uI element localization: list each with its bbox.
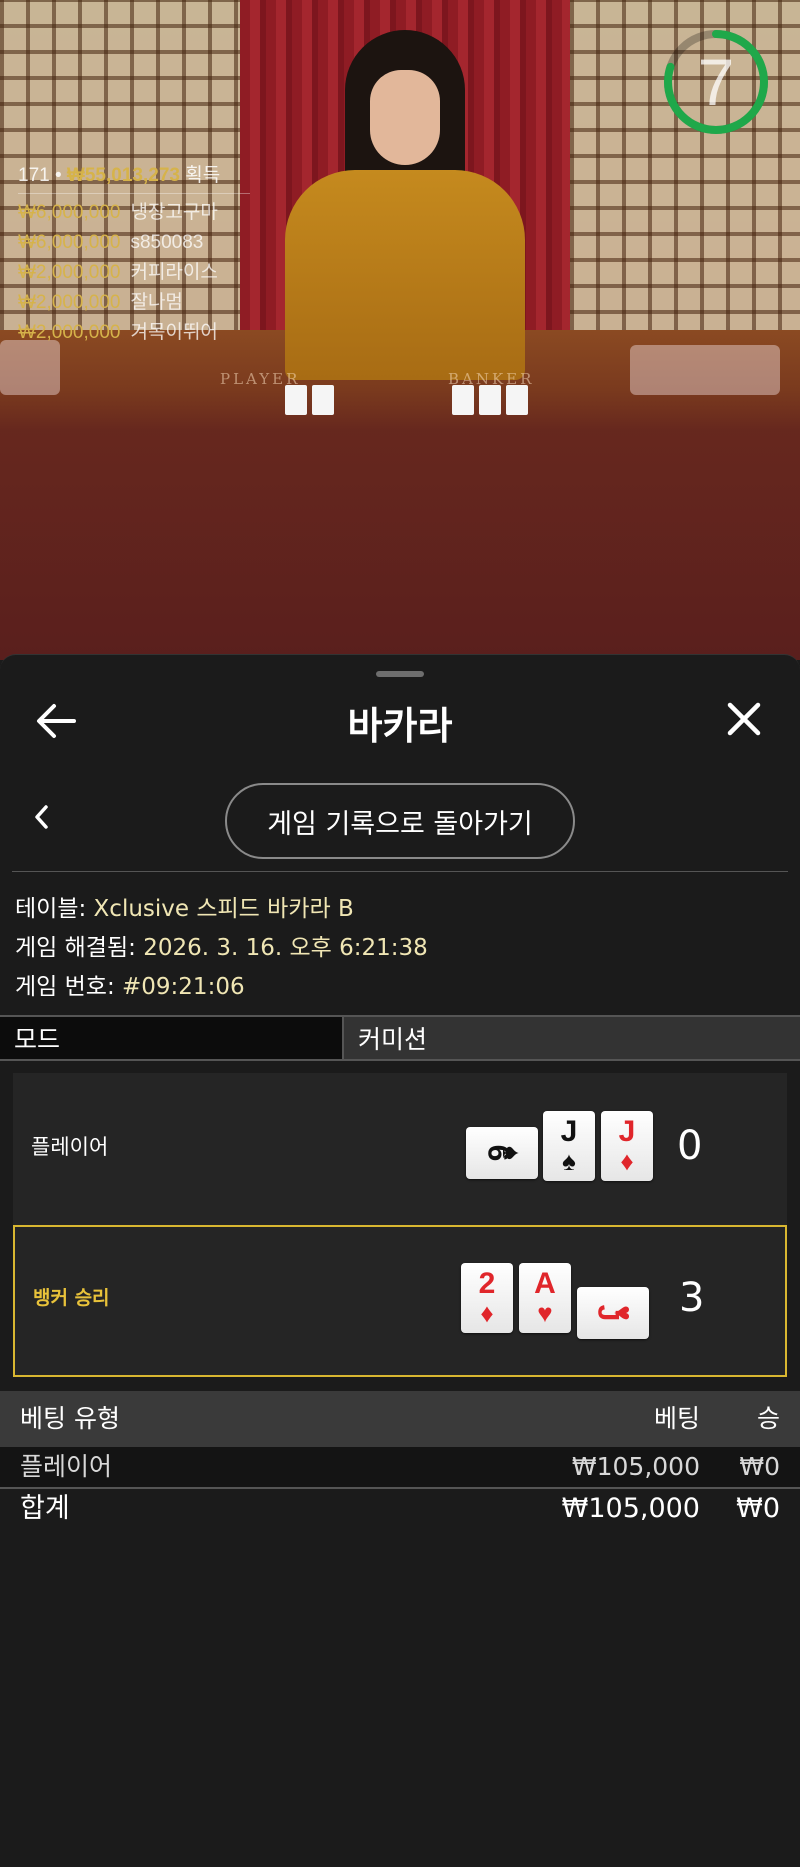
card-rank: 2 [478, 1267, 496, 1300]
total-row: 합계 ₩105,000 ₩0 [0, 1489, 800, 1529]
bet-amount-header: 베팅 [653, 1404, 700, 1433]
tab-commission[interactable]: 커미션 [344, 1017, 800, 1059]
banker-hand: 뱅커 승리 3 2 ♦ A ♥ J ♥ [13, 1225, 787, 1377]
game-history-panel: 바카라 게임 기록으로 돌아가기 테이블: Xclusive 스피드 바카라 B… [0, 654, 800, 1867]
dealer [270, 30, 540, 390]
divider [0, 1059, 800, 1061]
close-icon[interactable] [724, 699, 764, 739]
game-number-value: #09:21:06 [122, 974, 245, 1000]
card-rank: A [534, 1267, 556, 1300]
playing-card: J ♠ [543, 1111, 595, 1181]
banker-hand-label: 뱅커 승리 [33, 1287, 110, 1309]
player-hand: 플레이어 0 6 ♠ J ♠ J ♦ [13, 1073, 787, 1225]
bet-amount-cell: ₩105,000 [571, 1452, 700, 1481]
win-amount-cell: ₩0 [739, 1452, 780, 1481]
card-suit-icon: ♦ [620, 1146, 634, 1176]
playing-card: J ♦ [601, 1111, 653, 1181]
back-to-history-button[interactable]: 게임 기록으로 돌아가기 [225, 783, 575, 859]
bets-table-header: 베팅 유형 베팅 승 [0, 1391, 800, 1447]
win-amount-header: 승 [756, 1404, 780, 1433]
resolved-info: 게임 해결됨: 2026. 3. 16. 오후 6:21:38 [15, 928, 428, 962]
person-icon: • [54, 165, 62, 186]
card-suit-icon: ♥ [608, 1305, 639, 1321]
card-suit-icon: ♠ [497, 1146, 528, 1160]
playing-card: J ♥ [577, 1287, 649, 1339]
settings-tabs: 모드 커미션 [0, 1017, 800, 1059]
table-value: Xclusive 스피드 바카라 B [93, 896, 354, 922]
card-rank: J [618, 1115, 636, 1148]
winner-row: ₩6,000,000 s850083 [18, 228, 250, 258]
player-hand-label: 플레이어 [31, 1135, 109, 1159]
winner-rows: ₩6,000,000 냉장고구마 ₩6,000,000 s850083 ₩2,000,0… [18, 198, 250, 348]
winner-name: 커피라이스 [130, 262, 218, 283]
table-card [506, 385, 528, 415]
playing-card: 6 ♠ [466, 1127, 538, 1179]
live-video-stream: PLAYER BANKER 7 171 • ₩55,013,273 획득 ₩6,… [0, 0, 800, 660]
banker-score: 3 [679, 1275, 705, 1321]
tab-mode[interactable]: 모드 [0, 1017, 344, 1059]
table-label-banker: BANKER [448, 370, 535, 388]
total-win-amount: ₩0 [736, 1493, 780, 1524]
table-card [312, 385, 334, 415]
card-suit-icon: ♥ [537, 1298, 553, 1328]
table-card [285, 385, 307, 415]
table-label-player: PLAYER [220, 370, 301, 388]
playing-card: 2 ♦ [461, 1263, 513, 1333]
table-card [479, 385, 501, 415]
card-rank: J [560, 1115, 578, 1148]
divider [12, 871, 788, 872]
winner-amount: ₩6,000,000 [18, 232, 121, 253]
winners-list: 171 • ₩55,013,273 획득 ₩6,000,000 냉장고구마 ₩6,0… [18, 160, 250, 348]
total-label: 합계 [20, 1493, 70, 1524]
page-title: 바카라 [347, 704, 453, 748]
card-suit-icon: ♦ [480, 1298, 494, 1328]
total-bet-amount: ₩105,000 [561, 1493, 700, 1524]
winner-amount: ₩2,000,000 [18, 292, 121, 313]
winner-row: ₩6,000,000 냉장고구마 [18, 198, 250, 228]
card-discard-tray [630, 345, 780, 395]
drag-handle[interactable] [376, 671, 424, 677]
winners-total: 171 • ₩55,013,273 획득 [18, 160, 250, 194]
winner-amount: ₩2,000,000 [18, 262, 121, 283]
playing-card: A ♥ [519, 1263, 571, 1333]
winner-amount: ₩6,000,000 [18, 202, 121, 223]
table-row: 플레이어 ₩105,000 ₩0 [0, 1447, 800, 1487]
winner-row: ₩2,000,000 커피라이스 [18, 258, 250, 288]
game-number-info: 게임 번호: #09:21:06 [15, 967, 245, 1001]
winner-name: 잘나멈 [130, 292, 183, 313]
table-info: 테이블: Xclusive 스피드 바카라 B [15, 889, 354, 923]
winners-total-amount: ₩55,013,273 [66, 165, 180, 186]
resolved-value: 2026. 3. 16. 오후 6:21:38 [143, 935, 428, 961]
bet-type-header: 베팅 유형 [20, 1404, 120, 1433]
winners-total-suffix: 획득 [185, 165, 221, 186]
player-score: 0 [677, 1123, 703, 1169]
winner-name: s850083 [130, 232, 204, 253]
card-shoe-left [0, 340, 60, 395]
winner-row: ₩2,000,000 잘나멈 [18, 288, 250, 318]
table-card [452, 385, 474, 415]
card-suit-icon: ♠ [562, 1146, 576, 1176]
table-label: 테이블: [15, 896, 87, 922]
winners-count: 171 [18, 165, 50, 186]
resolved-label: 게임 해결됨: [15, 935, 136, 961]
countdown-number: 7 [697, 45, 735, 119]
winner-name: 겨목이뛰어 [130, 322, 218, 343]
game-number-label: 게임 번호: [15, 974, 115, 1000]
winner-name: 냉장고구마 [130, 202, 218, 223]
winner-amount: ₩2,000,000 [18, 322, 121, 343]
winner-row: ₩2,000,000 겨목이뛰어 [18, 318, 250, 348]
bet-type-cell: 플레이어 [20, 1452, 113, 1481]
chevron-left-icon[interactable] [30, 803, 54, 831]
